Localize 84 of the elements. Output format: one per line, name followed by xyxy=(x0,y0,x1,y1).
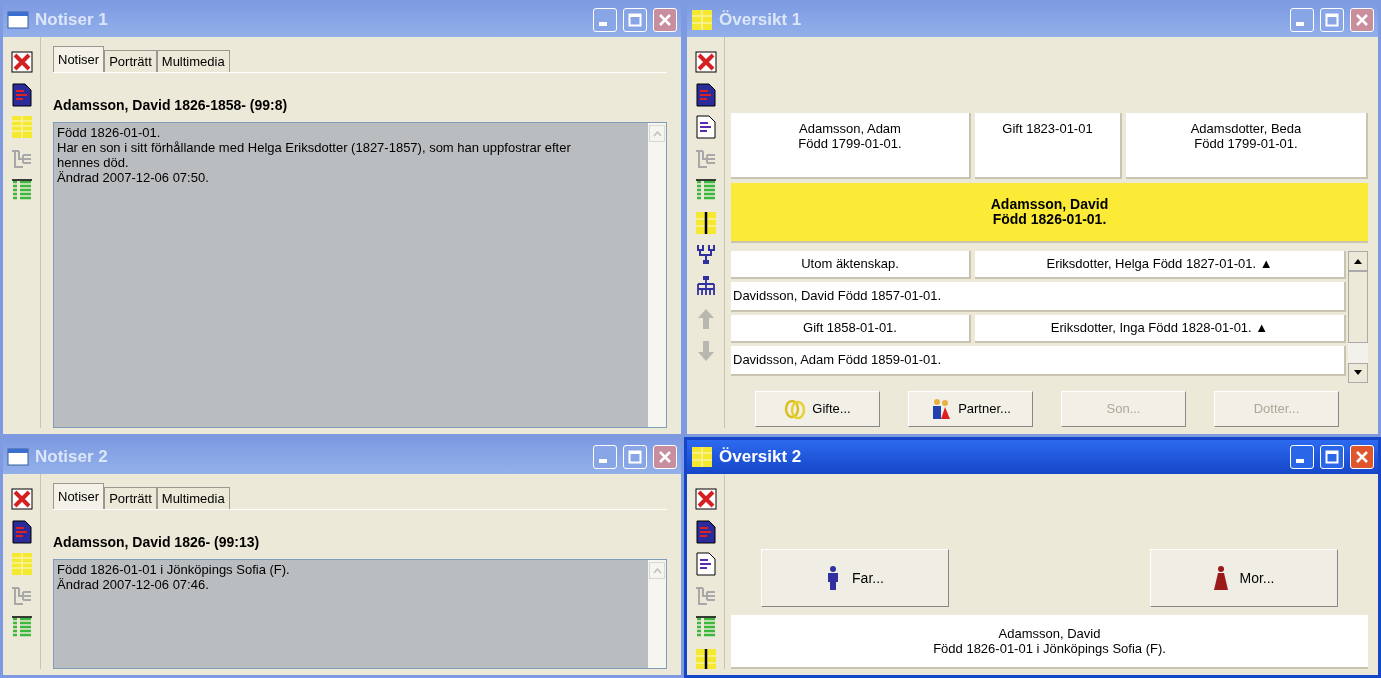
father-card[interactable]: Adamsson, Adam Född 1799-01-01. xyxy=(731,113,971,179)
close-button[interactable] xyxy=(653,445,677,469)
minimize-icon xyxy=(1296,459,1304,463)
window-title: Översikt 2 xyxy=(719,446,803,469)
grid-icon[interactable] xyxy=(694,648,717,669)
note-text: Har en son i sitt förhållande med Helga Eriksdotter (1827-1857), som han uppfostrar efter hennes död. xyxy=(57,140,572,170)
grid-icon[interactable] xyxy=(694,211,717,235)
tab[interactable]: Porträtt xyxy=(104,50,157,72)
delete-icon[interactable] xyxy=(10,488,33,512)
window-icon xyxy=(7,446,29,468)
child-cell[interactable]: Davidsson, David Född 1857-01-01. xyxy=(731,282,1346,312)
window-title: Notiser 2 xyxy=(35,446,109,469)
woman-icon xyxy=(1213,566,1230,590)
delete-icon[interactable] xyxy=(10,51,33,75)
close-button[interactable] xyxy=(1350,8,1374,32)
minimize-icon xyxy=(599,22,607,26)
caret-up-icon xyxy=(1353,258,1363,264)
close-icon xyxy=(1355,13,1369,27)
window-title: Översikt 1 xyxy=(719,9,803,32)
maximize-icon xyxy=(628,13,642,27)
marriage-card[interactable]: Gift 1823-01-01 xyxy=(975,113,1122,179)
scrollbar[interactable] xyxy=(1348,251,1368,383)
window-icon xyxy=(691,9,713,31)
parent-button[interactable]: Mor... xyxy=(1150,549,1338,607)
mother-card[interactable]: Adamsdotter, Beda Född 1799-01-01. xyxy=(1126,113,1368,179)
record-heading: Adamsson, David 1826- (99:13) xyxy=(53,533,261,552)
window-icon xyxy=(7,9,29,31)
parent-button[interactable]: Far... xyxy=(761,549,949,607)
scroll-thumb[interactable] xyxy=(1348,271,1368,343)
couple-icon xyxy=(930,398,953,420)
person-text: Adamsson, David xyxy=(998,626,1101,641)
delete-icon[interactable] xyxy=(694,51,717,75)
focus-person-card[interactable]: Adamsson, David Född 1826-01-01. xyxy=(731,183,1368,243)
close-icon xyxy=(1355,450,1369,464)
child-cell[interactable]: Davidsson, Adam Född 1859-01-01. xyxy=(731,346,1346,376)
notes-field[interactable]: Född 1826-01-01 i Jönköpings Sofia (F). Ändrad 2007-12-06 07:46. xyxy=(53,559,667,669)
window-title: Notiser 1 xyxy=(35,9,109,32)
minimize-icon xyxy=(1296,22,1304,26)
person-text: Född 1826-01-01 i Jönköpings Sofia (F). xyxy=(933,641,1166,656)
action-button[interactable]: Gifte... xyxy=(755,391,880,427)
minimize-button[interactable] xyxy=(1290,445,1314,469)
close-button[interactable] xyxy=(653,8,677,32)
document-icon[interactable] xyxy=(694,552,717,576)
maximize-icon xyxy=(628,450,642,464)
record-heading: Adamsson, David 1826-1858- (99:8) xyxy=(53,96,289,115)
pedigree-icon[interactable] xyxy=(694,243,717,267)
person-text: Adamsson, David xyxy=(990,197,1109,212)
scroll-up-button[interactable] xyxy=(1348,251,1368,271)
delete-icon[interactable] xyxy=(694,488,717,512)
focus-person-card[interactable]: Adamsson, David Född 1826-01-01 i Jönköpings Sofia (F). xyxy=(731,615,1368,669)
document-icon[interactable] xyxy=(694,83,717,107)
maximize-button[interactable] xyxy=(1320,445,1344,469)
note-text: Ändrad 2007-12-06 07:46. xyxy=(57,577,210,592)
tab[interactable]: Notiser xyxy=(53,46,105,72)
relation-cell[interactable]: Utom äktenskap. xyxy=(731,251,971,279)
caret-up-icon xyxy=(652,130,662,137)
tab[interactable]: Multimedia xyxy=(156,50,230,72)
window-icon xyxy=(691,446,713,468)
partner-cell[interactable]: Eriksdotter, Inga Född 1828-01-01. ▲ xyxy=(975,315,1346,343)
action-button[interactable]: Partner... xyxy=(908,391,1033,427)
person-text: Född 1826-01-01. xyxy=(992,212,1107,227)
minimize-icon xyxy=(599,459,607,463)
maximize-icon xyxy=(1325,450,1339,464)
scroll-down-button[interactable] xyxy=(1348,363,1368,383)
caret-up-icon xyxy=(652,567,662,574)
tab[interactable]: Notiser xyxy=(53,483,105,509)
close-button[interactable] xyxy=(1350,445,1374,469)
rings-icon xyxy=(784,398,807,420)
document-icon[interactable] xyxy=(694,115,717,139)
document-icon[interactable] xyxy=(10,520,33,544)
partner-cell[interactable]: Eriksdotter, Helga Född 1827-01-01. ▲ xyxy=(975,251,1346,279)
note-text: Född 1826-01-01 i Jönköpings Sofia (F). xyxy=(57,562,291,577)
notes-field[interactable]: Född 1826-01-01. Har en son i sitt förhållande med Helga Eriksdotter (1827-1857), som han uppfostrar efter hennes död. Ändrad 2007-12-06 07:50. xyxy=(53,122,667,428)
maximize-icon xyxy=(1325,13,1339,27)
relation-cell[interactable]: Gift 1858-01-01. xyxy=(731,315,971,343)
caret-down-icon xyxy=(1353,370,1363,376)
note-text: Född 1826-01-01. xyxy=(57,125,162,140)
close-icon xyxy=(658,13,672,27)
close-icon xyxy=(658,450,672,464)
tab[interactable]: Multimedia xyxy=(156,487,230,509)
document-icon[interactable] xyxy=(694,520,717,544)
document-icon[interactable] xyxy=(10,83,33,107)
tab[interactable]: Porträtt xyxy=(104,487,157,509)
note-text: Ändrad 2007-12-06 07:50. xyxy=(57,170,210,185)
